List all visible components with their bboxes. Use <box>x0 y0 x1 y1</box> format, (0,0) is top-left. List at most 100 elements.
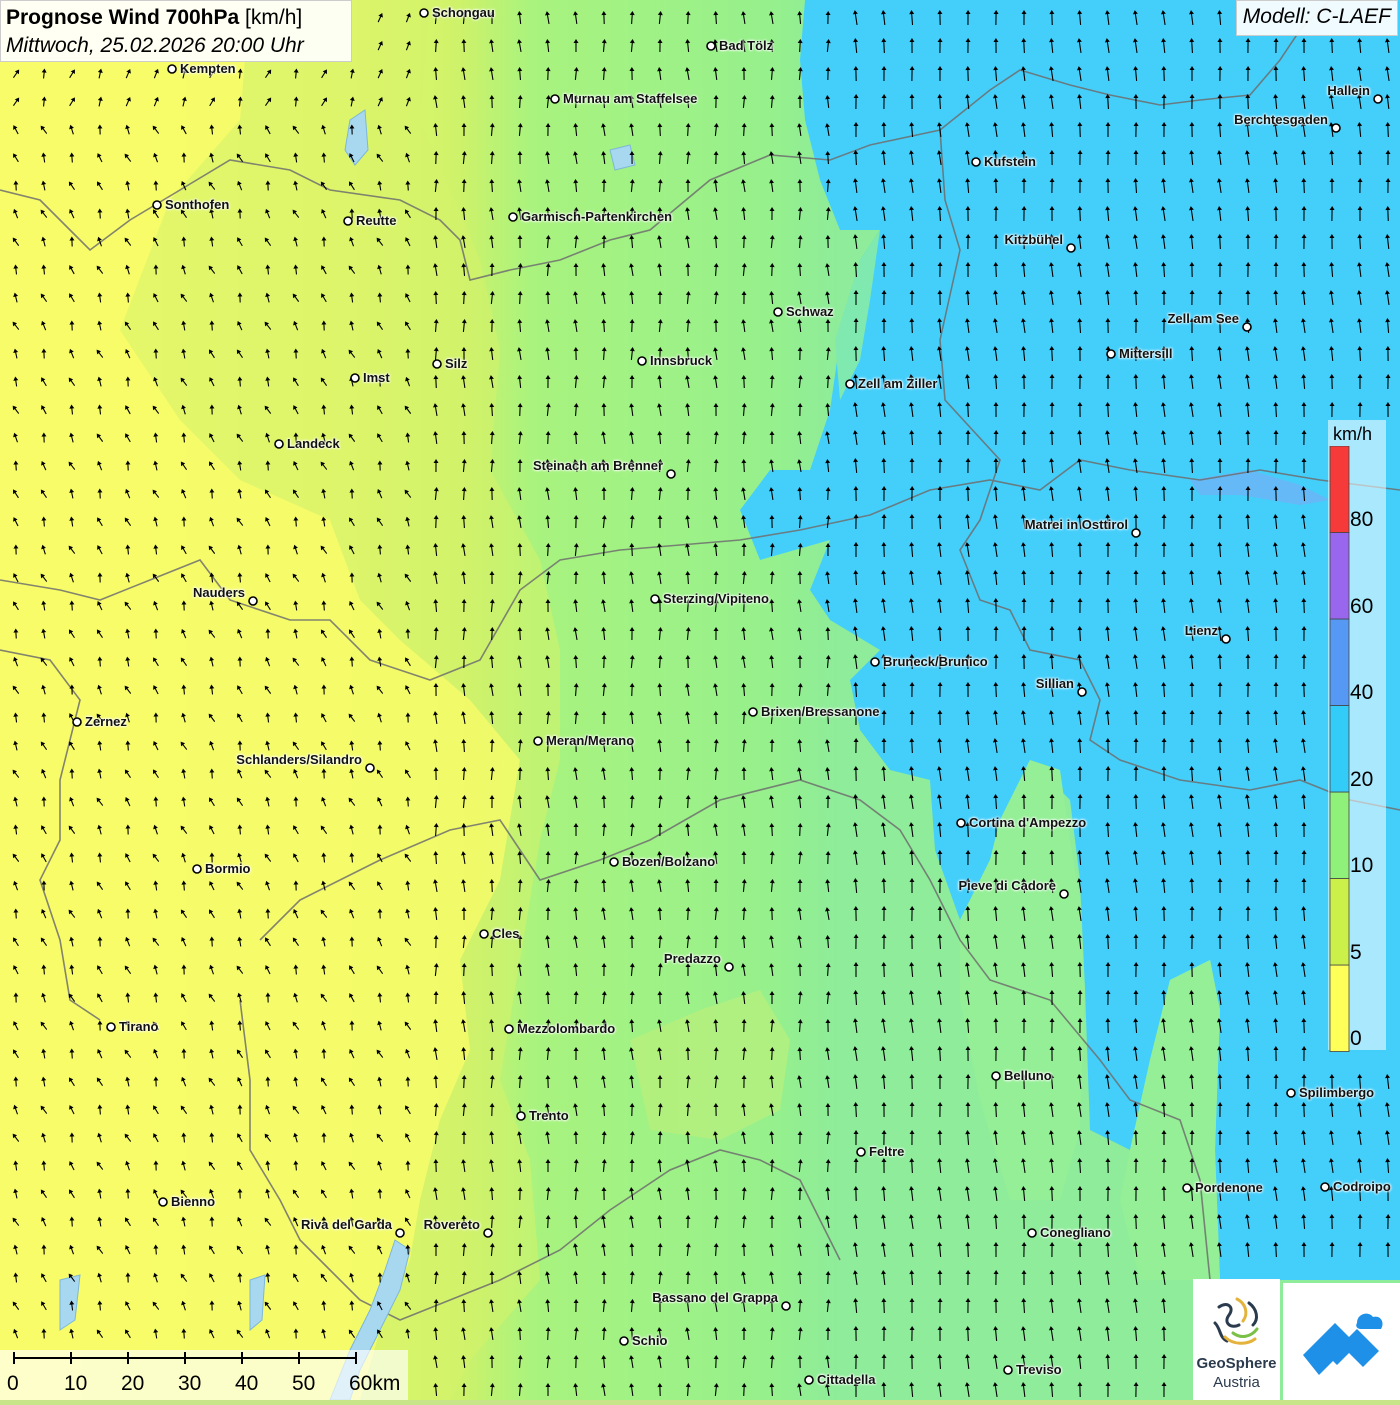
city-marker <box>551 95 559 103</box>
city-marker <box>1132 529 1140 537</box>
city-marker <box>1107 350 1115 358</box>
city-label: Matrei in Osttirol <box>1025 517 1128 532</box>
city-marker <box>505 1025 513 1033</box>
city-label: Sonthofen <box>165 197 229 212</box>
city-marker <box>1028 1229 1036 1237</box>
city-marker <box>159 1198 167 1206</box>
city-label: Zernez <box>85 714 127 729</box>
scalebar-label: 30 <box>178 1372 201 1396</box>
legend-color-class <box>1330 619 1349 706</box>
city-label: Murnau am Staffelsee <box>563 91 697 106</box>
city-label: Imst <box>363 370 390 385</box>
city-marker <box>351 374 359 382</box>
city-marker <box>1004 1366 1012 1374</box>
city-label: Rovereto <box>424 1217 480 1232</box>
city-label: Mezzolombardo <box>517 1021 615 1036</box>
city-label: Bassano del Grappa <box>652 1290 778 1305</box>
city-marker <box>871 658 879 666</box>
city-marker <box>1222 635 1230 643</box>
city-label: Conegliano <box>1040 1225 1111 1240</box>
city-marker <box>1078 688 1086 696</box>
map-title: Prognose Wind 700hPa [km/h] <box>6 4 346 32</box>
model-label: Modell: C-LAEF <box>1236 0 1398 36</box>
city-marker <box>509 213 517 221</box>
legend-tick-label: 20 <box>1350 769 1373 791</box>
legend-unit: km/h <box>1333 424 1372 445</box>
city-label: Belluno <box>1004 1068 1052 1083</box>
city-label: Pordenone <box>1195 1180 1263 1195</box>
legend-color-class <box>1330 965 1349 1052</box>
legend-colorbar <box>1329 446 1351 1052</box>
city-label: Codroipo <box>1333 1179 1391 1194</box>
scalebar <box>0 1350 408 1400</box>
city-label: Reutte <box>356 213 396 228</box>
city-label: Trento <box>529 1108 569 1123</box>
city-label: Kufstein <box>984 154 1036 169</box>
scalebar-label: 50 <box>292 1372 315 1396</box>
scalebar-label: 20 <box>121 1372 144 1396</box>
city-marker <box>857 1148 865 1156</box>
city-marker <box>725 963 733 971</box>
scalebar-label: 40 <box>235 1372 258 1396</box>
city-marker <box>651 595 659 603</box>
city-marker <box>1374 95 1382 103</box>
city-label: Cortina d'Ampezzo <box>969 815 1086 830</box>
city-marker <box>517 1112 525 1120</box>
city-label: Bormio <box>205 861 251 876</box>
map-subtitle: Mittwoch, 25.02.2026 20:00 Uhr <box>6 32 346 60</box>
city-label: Cles <box>492 926 519 941</box>
city-marker <box>420 9 428 17</box>
city-marker <box>107 1023 115 1031</box>
city-marker <box>620 1337 628 1345</box>
city-marker <box>366 764 374 772</box>
city-label: Predazzo <box>664 951 721 966</box>
city-label: Nauders <box>193 585 245 600</box>
city-label: Bad Tölz <box>719 38 773 53</box>
city-label: Schwaz <box>786 304 834 319</box>
city-marker <box>610 858 618 866</box>
city-marker <box>1321 1183 1329 1191</box>
city-marker <box>667 470 675 478</box>
city-marker <box>782 1302 790 1310</box>
city-marker <box>344 217 352 225</box>
city-label: Bienno <box>171 1194 215 1209</box>
city-marker <box>957 819 965 827</box>
city-label: Sterzing/Vipiteno <box>663 591 769 606</box>
city-label: Feltre <box>869 1144 904 1159</box>
city-label: Silz <box>445 356 467 371</box>
legend-tick-label: 80 <box>1350 509 1373 531</box>
geosphere-icon <box>1209 1293 1265 1349</box>
city-marker <box>992 1072 1000 1080</box>
city-marker <box>534 737 542 745</box>
map-title-unit: [km/h] <box>245 6 302 29</box>
city-label: Brixen/Bressanone <box>761 704 880 719</box>
city-marker <box>1332 124 1340 132</box>
city-label: Garmisch-Partenkirchen <box>521 209 672 224</box>
city-marker <box>484 1229 492 1237</box>
city-label: Kempten <box>180 61 236 76</box>
city-label: Landeck <box>287 436 340 451</box>
mountain-cloud-icon <box>1283 1283 1400 1400</box>
legend-tick-label: 60 <box>1350 596 1373 618</box>
city-marker <box>805 1376 813 1384</box>
city-marker <box>774 308 782 316</box>
city-label: Pieve di Cadore <box>958 878 1056 893</box>
geosphere-logo: GeoSphere Austria <box>1193 1279 1280 1400</box>
legend-color-class <box>1330 706 1349 793</box>
city-marker <box>707 42 715 50</box>
city-marker <box>1287 1089 1295 1097</box>
city-marker <box>433 360 441 368</box>
city-label: Berchtesgaden <box>1234 112 1328 127</box>
scalebar-label: 10 <box>64 1372 87 1396</box>
title-panel: Prognose Wind 700hPa [km/h] Mittwoch, 25… <box>0 0 352 62</box>
geosphere-name: GeoSphere <box>1193 1355 1280 1372</box>
city-marker <box>749 708 757 716</box>
geosphere-country: Austria <box>1193 1374 1280 1391</box>
city-label: Treviso <box>1016 1362 1062 1377</box>
city-label: Spilimbergo <box>1299 1085 1374 1100</box>
city-marker <box>168 65 176 73</box>
city-marker <box>1183 1184 1191 1192</box>
city-marker <box>73 718 81 726</box>
city-marker <box>480 930 488 938</box>
city-label: Innsbruck <box>650 353 712 368</box>
